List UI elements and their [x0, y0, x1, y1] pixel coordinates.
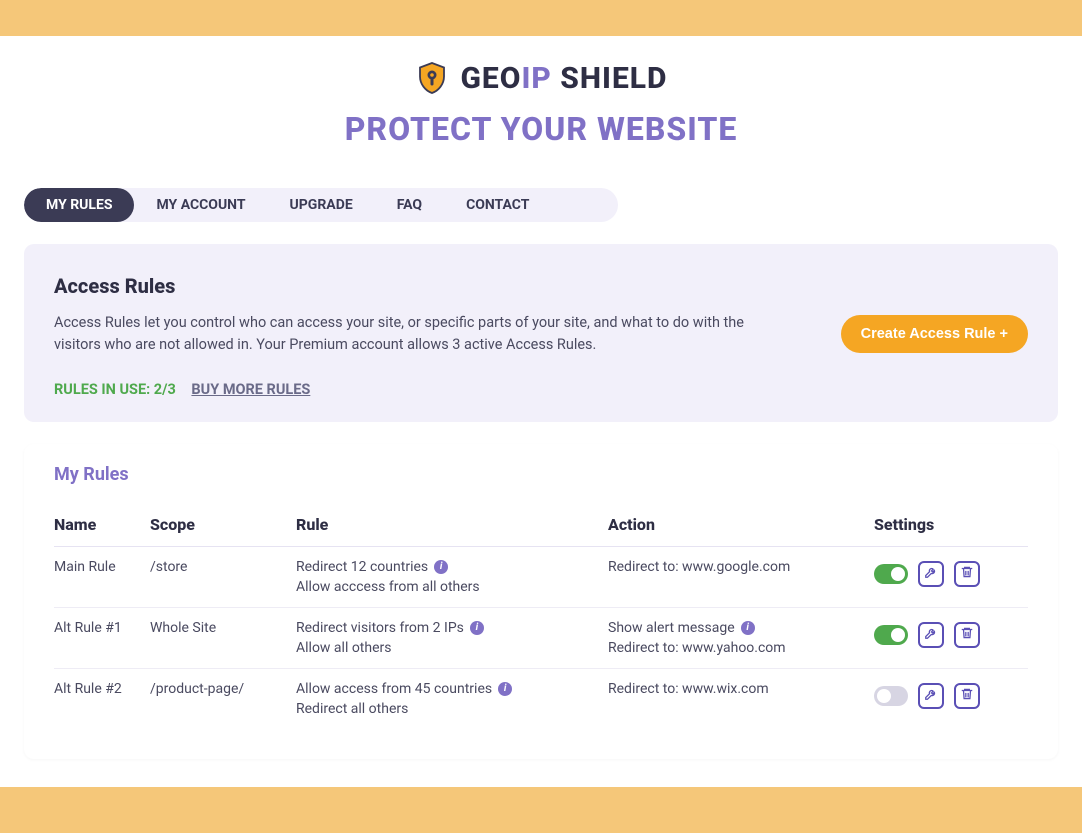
rule-name: Alt Rule #2	[54, 681, 150, 697]
col-name: Name	[54, 515, 150, 534]
action-cell: Redirect to: www.google.com	[608, 559, 874, 575]
rule-line: Redirect all others	[296, 701, 408, 717]
wrench-icon	[924, 687, 938, 705]
edit-button[interactable]	[918, 622, 944, 648]
panel-title: Access Rules	[54, 274, 1028, 298]
rule-line: Redirect visitors from 2 IPs	[296, 620, 464, 636]
settings-cell	[874, 681, 1014, 709]
info-icon[interactable]: i	[498, 682, 512, 696]
panel-description: Access Rules let you control who can acc…	[54, 312, 794, 357]
brand-ip: IP	[521, 61, 551, 96]
tab-upgrade[interactable]: UPGRADE	[268, 188, 375, 222]
info-icon[interactable]: i	[470, 621, 484, 635]
access-rules-panel: Access Rules Access Rules let you contro…	[24, 244, 1058, 422]
rule-line: Allow access from 45 countries	[296, 681, 492, 697]
rule-scope: /product-page/	[150, 681, 296, 697]
rule-line: Redirect 12 countries	[296, 559, 428, 575]
edit-button[interactable]	[918, 561, 944, 587]
brand-shield: SHIELD	[552, 61, 668, 96]
tagline: PROTECT YOUR WEBSITE	[0, 110, 1082, 148]
action-cell: Redirect to: www.wix.com	[608, 681, 874, 697]
top-accent-bar	[0, 0, 1082, 36]
tab-contact[interactable]: CONTACT	[444, 188, 551, 222]
tab-my-rules[interactable]: MY RULES	[24, 188, 134, 222]
action-line: Redirect to: www.google.com	[608, 559, 790, 575]
my-rules-heading: My Rules	[54, 464, 1028, 485]
table-row: Main Rule /store Redirect 12 countries i…	[54, 547, 1028, 608]
trash-icon	[960, 626, 974, 644]
info-icon[interactable]: i	[741, 621, 755, 635]
action-line: Show alert message	[608, 620, 735, 636]
bottom-accent-bar	[0, 787, 1082, 833]
col-rule: Rule	[296, 515, 608, 534]
my-rules-section: My Rules Name Scope Rule Action Settings…	[24, 444, 1058, 759]
create-access-rule-button[interactable]: Create Access Rule +	[841, 315, 1028, 353]
rules-table: Name Scope Rule Action Settings Main Rul…	[54, 503, 1028, 729]
rule-scope: Whole Site	[150, 620, 296, 636]
rule-cell: Redirect visitors from 2 IPs i Allow all…	[296, 620, 608, 656]
brand-name: GEOIP SHIELD	[460, 61, 667, 96]
info-icon[interactable]: i	[434, 560, 448, 574]
rules-table-header: Name Scope Rule Action Settings	[54, 503, 1028, 547]
trash-icon	[960, 565, 974, 583]
page-header: GEOIP SHIELD PROTECT YOUR WEBSITE	[0, 36, 1082, 158]
enable-toggle[interactable]	[874, 686, 908, 706]
rule-line: Allow all others	[296, 640, 391, 656]
settings-cell	[874, 559, 1014, 587]
rule-scope: /store	[150, 559, 296, 575]
rule-cell: Allow access from 45 countries i Redirec…	[296, 681, 608, 717]
buy-more-rules-link[interactable]: BUY MORE RULES	[191, 381, 310, 398]
wrench-icon	[924, 626, 938, 644]
action-line: Redirect to: www.wix.com	[608, 681, 769, 697]
tab-my-account[interactable]: MY ACCOUNT	[134, 188, 267, 222]
brand-geo: GEO	[460, 61, 521, 96]
table-row: Alt Rule #2 /product-page/ Allow access …	[54, 669, 1028, 729]
trash-icon	[960, 687, 974, 705]
tab-faq[interactable]: FAQ	[375, 188, 444, 222]
wrench-icon	[924, 565, 938, 583]
table-row: Alt Rule #1 Whole Site Redirect visitors…	[54, 608, 1028, 669]
rules-in-use-count: RULES IN USE: 2/3	[54, 381, 176, 398]
main-tabs: MY RULES MY ACCOUNT UPGRADE FAQ CONTACT	[24, 188, 618, 222]
rule-name: Main Rule	[54, 559, 150, 575]
delete-button[interactable]	[954, 683, 980, 709]
edit-button[interactable]	[918, 683, 944, 709]
rule-name: Alt Rule #1	[54, 620, 150, 636]
enable-toggle[interactable]	[874, 564, 908, 584]
rule-cell: Redirect 12 countries i Allow acccess fr…	[296, 559, 608, 595]
rule-line: Allow acccess from all others	[296, 579, 480, 595]
delete-button[interactable]	[954, 561, 980, 587]
settings-cell	[874, 620, 1014, 648]
enable-toggle[interactable]	[874, 625, 908, 645]
action-cell: Show alert message i Redirect to: www.ya…	[608, 620, 874, 656]
col-settings: Settings	[874, 515, 1014, 534]
shield-icon	[414, 60, 450, 96]
action-line: Redirect to: www.yahoo.com	[608, 640, 786, 656]
col-scope: Scope	[150, 515, 296, 534]
col-action: Action	[608, 515, 874, 534]
delete-button[interactable]	[954, 622, 980, 648]
